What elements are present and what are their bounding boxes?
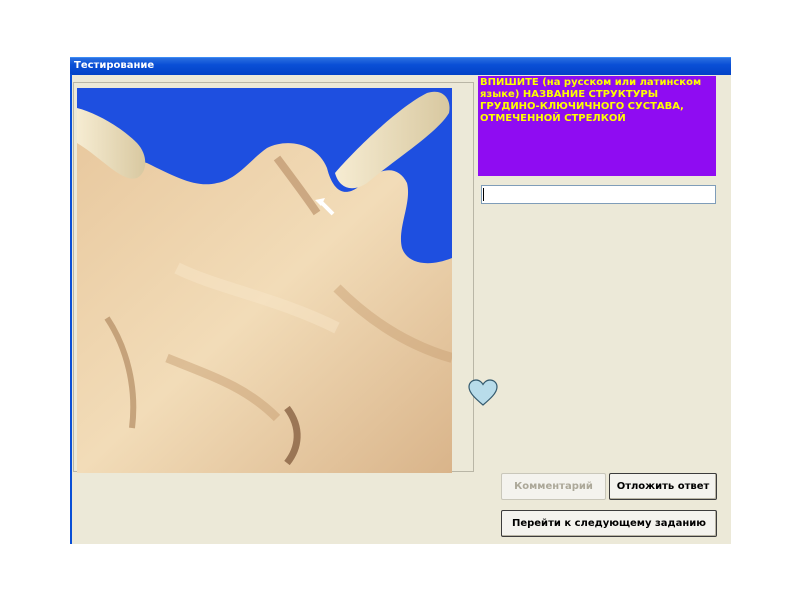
specimen-photo — [77, 88, 452, 473]
window-title: Тестирование — [74, 60, 155, 71]
answer-input[interactable] — [481, 185, 716, 204]
window-border — [70, 74, 72, 544]
image-panel — [73, 82, 474, 473]
postpone-answer-button[interactable]: Отложить ответ — [609, 473, 717, 500]
text-caret — [483, 188, 484, 201]
question-text: ВПИШИТЕ (на русском или латинском языке)… — [478, 76, 716, 176]
comment-button[interactable]: Комментарий — [501, 473, 606, 500]
test-window: Тестирование ВПИШИТЕ (на русском или лат… — [70, 57, 731, 544]
heart-icon[interactable] — [468, 379, 498, 407]
next-task-button[interactable]: Перейти к следующему заданию — [501, 510, 717, 537]
title-bar[interactable]: Тестирование — [70, 57, 731, 75]
